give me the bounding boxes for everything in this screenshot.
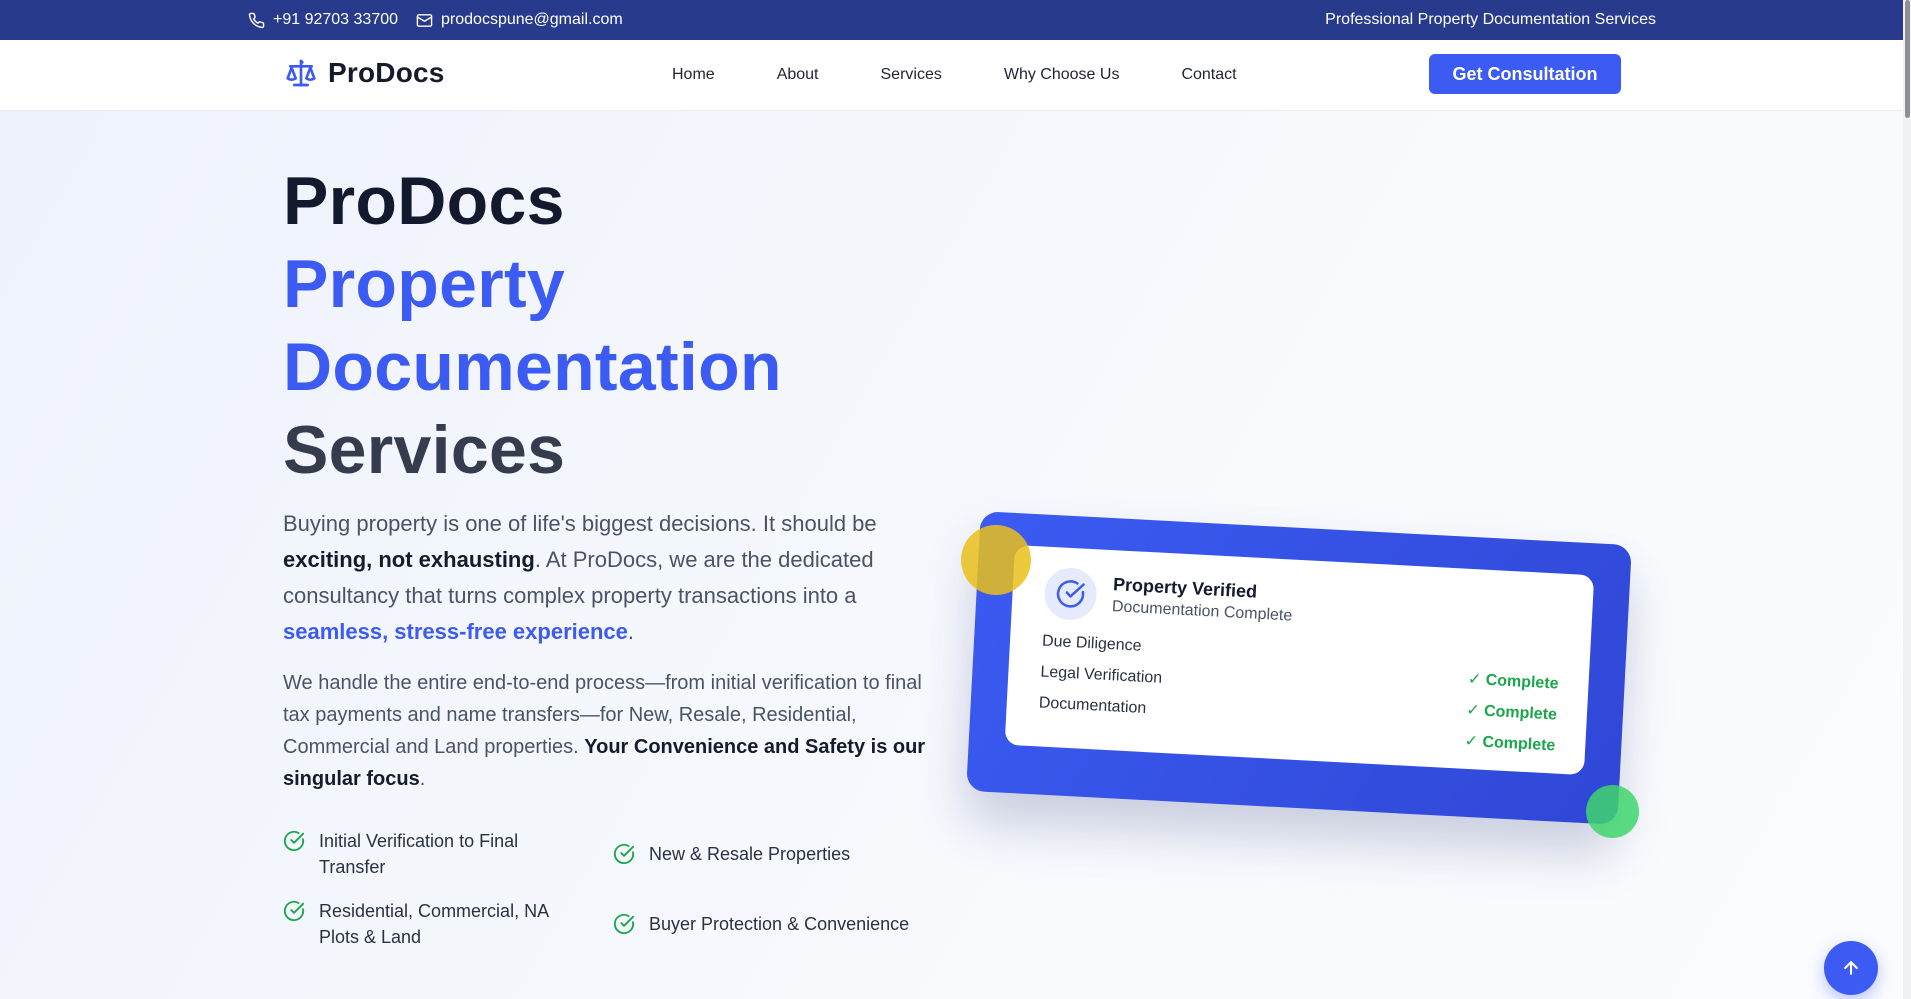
- verified-badge: [1043, 566, 1098, 622]
- hero-title: ProDocs Property Documentation Services: [283, 160, 782, 492]
- hero-title-property: Property: [283, 246, 566, 322]
- phone-link[interactable]: +91 92703 33700: [248, 11, 398, 29]
- scroll-to-top-button[interactable]: [1824, 941, 1878, 995]
- nav-home[interactable]: Home: [672, 66, 715, 84]
- check-circle-icon: [613, 843, 635, 864]
- check-circle-icon: [283, 900, 305, 921]
- verification-card: Property Verified Documentation Complete…: [966, 511, 1632, 825]
- check-circle-icon: [613, 913, 635, 934]
- arrow-up-icon: [1844, 961, 1858, 975]
- feature-item: Initial Verification to Final Transfer: [283, 828, 573, 880]
- intro-accent: seamless, stress-free experience: [283, 619, 628, 644]
- intro-text: .: [627, 619, 635, 644]
- row-status: ✓ Complete: [1465, 701, 1558, 724]
- intro-emphasis: exciting, not exhausting: [283, 547, 535, 572]
- page-scrollbar-track[interactable]: [1903, 0, 1911, 999]
- check-circle-icon: [283, 830, 305, 851]
- feature-item: New & Resale Properties: [613, 841, 943, 867]
- row-status: ✓ Complete: [1467, 670, 1559, 693]
- feature-label: Initial Verification to Final Transfer: [319, 831, 519, 877]
- row-label: Documentation: [1038, 694, 1147, 718]
- hero-title-services: Services: [283, 412, 566, 488]
- feature-label: Residential, Commercial, NA Plots & Land: [319, 901, 549, 947]
- logo[interactable]: ProDocs: [284, 57, 445, 89]
- main-navigation: ProDocs Home About Services Why Choose U…: [0, 40, 1911, 111]
- row-status: ✓ Complete: [1464, 732, 1556, 755]
- feature-label: New & Resale Properties: [649, 844, 851, 864]
- top-bar: +91 92703 33700 prodocspune@gmail.com Pr…: [0, 0, 1911, 40]
- phone-number: +91 92703 33700: [273, 11, 399, 28]
- page-scrollbar-thumb[interactable]: [1905, 0, 1910, 118]
- nav-links: Home About Services Why Choose Us Contac…: [672, 40, 1299, 110]
- card-subtitle: Documentation Complete: [1111, 598, 1293, 625]
- nav-why-choose-us[interactable]: Why Choose Us: [1004, 66, 1120, 84]
- nav-about[interactable]: About: [777, 66, 819, 84]
- decor-yellow-circle: [961, 525, 1031, 595]
- nav-contact[interactable]: Contact: [1181, 66, 1236, 84]
- brand-name: ProDocs: [328, 57, 445, 88]
- card-frame: Property Verified Documentation Complete…: [966, 511, 1632, 825]
- hero-intro-paragraph: Buying property is one of life's biggest…: [283, 506, 933, 650]
- check-circle-icon: [1056, 580, 1085, 608]
- hero-title-brand: ProDocs: [283, 163, 565, 239]
- feature-item: Buyer Protection & Convenience: [613, 911, 943, 937]
- mail-icon: [416, 13, 433, 27]
- intro-text: Buying property is one of life's biggest…: [283, 511, 877, 536]
- feature-item: Residential, Commercial, NA Plots & Land: [283, 898, 573, 950]
- phone-icon: [248, 12, 265, 28]
- decor-green-circle: [1586, 785, 1639, 838]
- hero-title-documentation: Documentation: [283, 329, 782, 405]
- nav-services[interactable]: Services: [881, 66, 942, 84]
- hero-process-paragraph: We handle the entire end-to-end process—…: [283, 667, 933, 795]
- topbar-tagline: Professional Property Documentation Serv…: [1325, 11, 1656, 28]
- row-label: Legal Verification: [1039, 663, 1163, 687]
- scales-icon: [286, 59, 316, 87]
- contact-info: +91 92703 33700 prodocspune@gmail.com: [248, 0, 631, 40]
- email-link[interactable]: prodocspune@gmail.com: [416, 11, 623, 29]
- feature-label: Buyer Protection & Convenience: [649, 914, 910, 934]
- get-consultation-button[interactable]: Get Consultation: [1429, 54, 1621, 94]
- email-address: prodocspune@gmail.com: [441, 11, 623, 28]
- card-content: Property Verified Documentation Complete…: [1004, 544, 1595, 776]
- process-text: .: [419, 768, 426, 790]
- row-label: Due Diligence: [1041, 632, 1142, 655]
